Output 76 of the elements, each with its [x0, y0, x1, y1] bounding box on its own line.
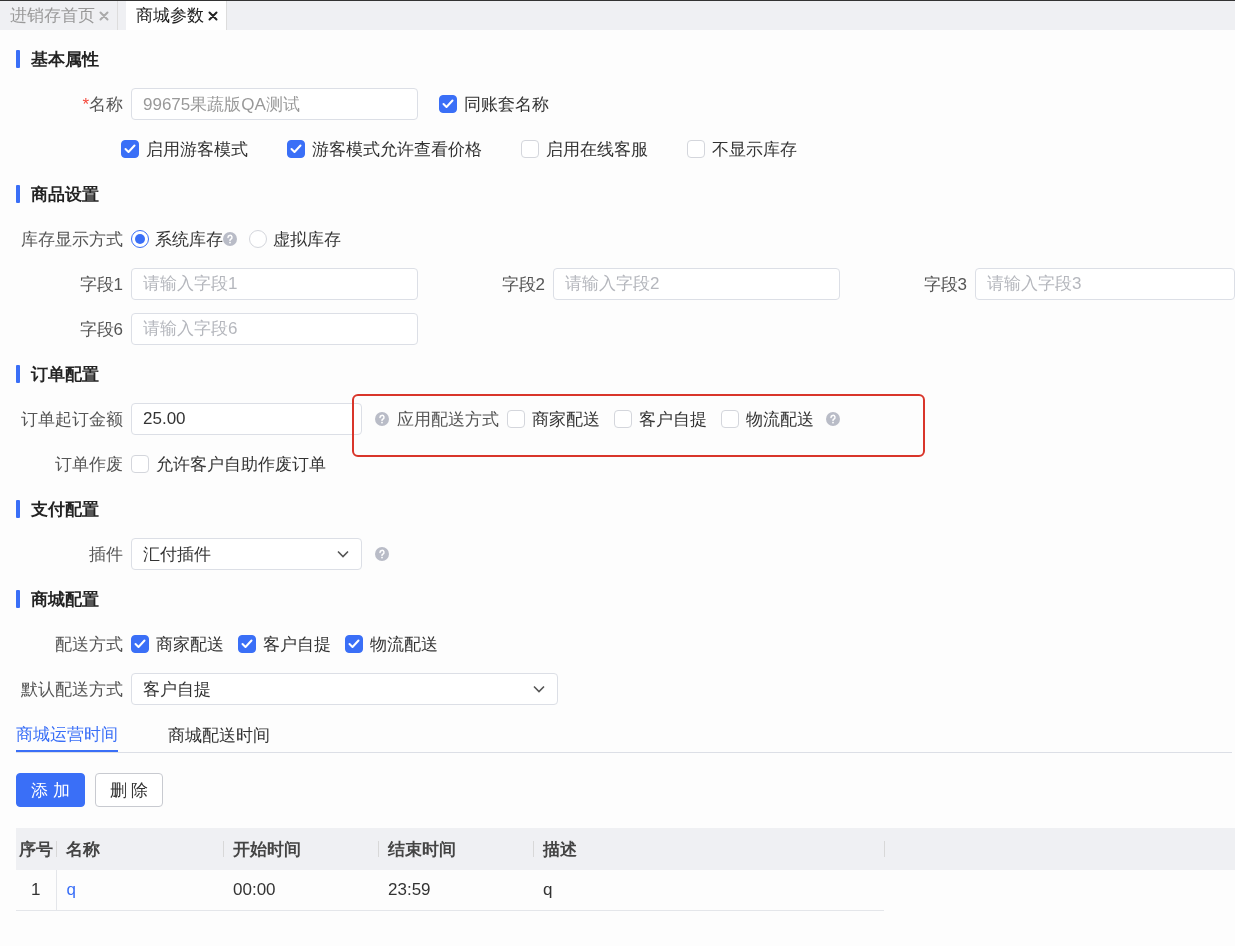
help-icon[interactable] [375, 547, 389, 561]
field-label: 字段1 [78, 273, 123, 296]
checkbox-label[interactable]: 客户自提 [263, 632, 331, 656]
sub-tab[interactable]: 商城配送时间 [168, 719, 270, 752]
checkmark-icon [348, 639, 360, 649]
section-marker [16, 590, 20, 608]
column-header: 开始时间 [223, 828, 378, 870]
checkbox-label[interactable]: 物流配送 [746, 407, 814, 431]
table-cell: 1 [16, 870, 56, 910]
help-icon[interactable] [375, 412, 389, 426]
field-label: 配送方式 [54, 633, 123, 656]
column-header: 结束时间 [378, 828, 533, 870]
section-marker [16, 500, 20, 518]
checkbox[interactable] [345, 635, 363, 653]
checkbox-label[interactable]: 游客模式允许查看价格 [312, 137, 482, 161]
field-label: 应用配送方式 [397, 408, 499, 431]
add-button[interactable]: 添 加 [16, 773, 85, 807]
checkbox[interactable] [238, 635, 256, 653]
section-title: 商城配置 [31, 588, 99, 611]
checkbox-label[interactable]: 启用游客模式 [146, 137, 248, 161]
checkbox[interactable] [121, 140, 139, 158]
section-title: 基本属性 [31, 48, 99, 71]
chevron-down-icon [533, 685, 545, 693]
section-title: 订单配置 [31, 363, 99, 386]
field-label: 订单起订金额 [20, 408, 123, 431]
field-label: *名称 [81, 93, 123, 116]
chevron-down-icon [337, 550, 349, 558]
close-icon[interactable] [208, 10, 218, 21]
help-icon[interactable] [826, 412, 840, 426]
section-title: 商品设置 [31, 183, 99, 206]
table-cell: 23:59 [378, 870, 533, 910]
sub-tab[interactable]: 商城运营时间 [16, 719, 118, 752]
radio-label[interactable]: 系统库存 [155, 227, 223, 251]
column-header: 序号 [16, 828, 56, 870]
table-cell: q [533, 870, 884, 910]
field-label: 默认配送方式 [20, 678, 123, 701]
field-label: 字段6 [78, 318, 123, 341]
checkmark-icon [442, 99, 454, 109]
text-field[interactable]: 请输入字段3 [975, 268, 1235, 300]
section-marker [16, 50, 20, 68]
radio-label[interactable]: 虚拟库存 [273, 227, 341, 251]
column-header: 描述 [533, 828, 884, 870]
checkbox-label[interactable]: 商家配送 [156, 632, 224, 656]
checkmark-icon [290, 144, 302, 154]
field-label: 插件 [88, 543, 123, 566]
select-field[interactable]: 客户自提 [131, 673, 558, 705]
checkmark-icon [241, 639, 253, 649]
field-label: 字段2 [500, 273, 545, 296]
table-cell: 00:00 [223, 870, 378, 910]
text-field[interactable]: 请输入字段6 [131, 313, 418, 345]
page-tab[interactable]: 商城参数 [126, 1, 227, 30]
select-field[interactable]: 汇付插件 [131, 538, 362, 570]
checkbox-label[interactable]: 启用在线客服 [546, 137, 648, 161]
checkbox-label[interactable]: 物流配送 [370, 632, 438, 656]
name-link[interactable]: q [56, 870, 223, 910]
section-marker [16, 185, 20, 203]
checkbox-label[interactable]: 不显示库存 [712, 137, 797, 161]
checkbox-label[interactable]: 商家配送 [532, 407, 600, 431]
amount-field[interactable]: 25.00 [131, 403, 362, 435]
text-field[interactable]: 请输入字段2 [553, 268, 840, 300]
field-label: 订单作废 [54, 453, 123, 476]
section-marker [16, 365, 20, 383]
field-label: 字段3 [922, 273, 967, 296]
checkbox-label[interactable]: 允许客户自助作废订单 [156, 452, 326, 476]
checkbox[interactable] [287, 140, 305, 158]
radio-button[interactable] [131, 230, 149, 248]
checkbox[interactable] [131, 635, 149, 653]
text-field[interactable]: 请输入字段1 [131, 268, 418, 300]
checkmark-icon [134, 639, 146, 649]
section-title: 支付配置 [31, 498, 99, 521]
help-icon[interactable] [223, 232, 237, 246]
field-label: 库存显示方式 [20, 228, 123, 251]
column-header: 名称 [56, 828, 223, 870]
checkmark-icon [124, 144, 136, 154]
delete-button[interactable]: 删 除 [94, 773, 164, 807]
checkbox-label[interactable]: 客户自提 [639, 407, 707, 431]
